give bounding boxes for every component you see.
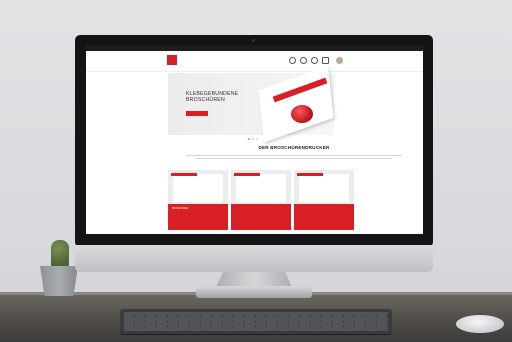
card-image [236,174,286,202]
card-badge [297,173,323,176]
card-image [173,174,223,202]
card-line1: BROSCHÜREN [172,208,189,210]
cactus-plant [51,240,69,268]
product-card-1[interactable]: BROSCHÜREN [168,170,228,230]
monitor-chin [75,245,433,272]
website-nav [86,51,423,72]
mouse [456,315,504,333]
card-footer [294,204,354,230]
section-text-2 [196,158,392,159]
monitor-screen: KLEBEGEBUNDENE BROSCHÜREN PRINTWORLD DER… [86,45,423,234]
hero-title: KLEBEGEBUNDENE BROSCHÜREN [186,91,238,103]
camera-icon [252,39,255,42]
card-badge [234,173,260,176]
product-card-2[interactable] [231,170,291,230]
user-icon[interactable] [311,57,318,64]
hero-title-line2: BROSCHÜREN [186,97,225,103]
brand-logo[interactable] [167,55,177,65]
card-footer: BROSCHÜREN [168,204,228,230]
hero-button[interactable] [186,111,208,116]
section-text [186,155,402,156]
section-title: DER BROSCHÜRENDRUCKER [258,145,330,150]
monitor-stand-foot [196,286,312,298]
card-image [299,174,349,202]
carousel-dots[interactable] [245,138,265,140]
avatar[interactable] [336,57,343,64]
plant-pot [40,266,78,296]
gift-icon[interactable] [300,57,307,64]
card-footer [231,204,291,230]
card-badge [171,173,197,176]
keyboard-keys [124,312,388,331]
raspberry-image [291,105,313,123]
cart-icon[interactable] [322,57,329,64]
help-icon[interactable] [289,57,296,64]
product-card-3[interactable] [294,170,354,230]
